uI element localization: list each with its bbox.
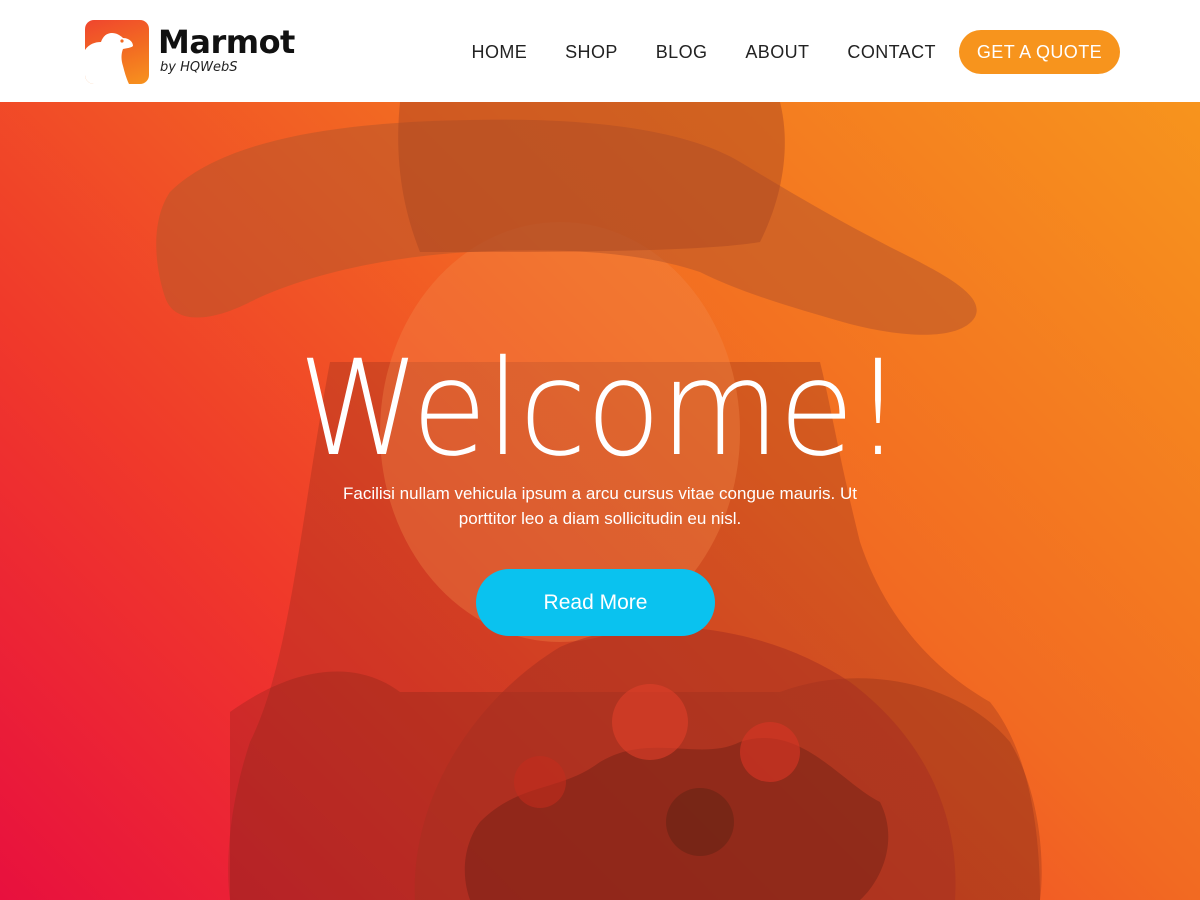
main-nav: HOME SHOP BLOG ABOUT CONTACT GET A QUOTE — [472, 30, 1120, 74]
site-header: Marmot by HQWebS HOME SHOP BLOG ABOUT CO… — [0, 0, 1200, 102]
brand-tagline: by HQWebS — [160, 60, 238, 75]
brand-name: Marmot — [158, 23, 295, 61]
get-a-quote-button[interactable]: GET A QUOTE — [958, 30, 1120, 74]
marmot-logo-icon — [85, 20, 149, 84]
read-more-button[interactable]: Read More — [476, 569, 715, 636]
hero-title: Welcome! — [298, 332, 902, 486]
nav-link-about[interactable]: ABOUT — [745, 30, 809, 74]
hero-description: Facilisi nullam vehicula ipsum a arcu cu… — [343, 484, 857, 528]
nav-link-home[interactable]: HOME — [472, 30, 528, 74]
nav-link-shop[interactable]: SHOP — [565, 30, 618, 74]
hero-section: Welcome! Facilisi nullam vehicula ipsum … — [0, 102, 1200, 900]
site-logo[interactable]: Marmot by HQWebS — [85, 20, 295, 84]
nav-link-contact[interactable]: CONTACT — [847, 30, 935, 74]
nav-link-blog[interactable]: BLOG — [656, 30, 708, 74]
